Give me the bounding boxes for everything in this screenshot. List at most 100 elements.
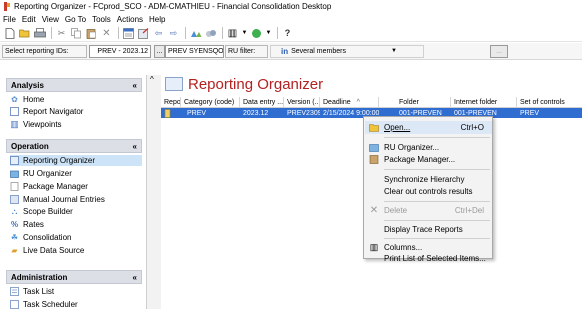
reporting-ids-browse-button[interactable]: ... [154,44,165,58]
nav-item-reporting-organizer[interactable]: Reporting Organizer [10,155,142,166]
grid-header: Repor... Category (code) Data entry ... … [161,97,582,108]
column-header-version[interactable]: Version (... [284,97,320,107]
nav-item-label: Home [23,95,45,104]
context-menu-delete-label: Delete [384,206,408,215]
pane-splitter[interactable]: ^ [147,75,161,309]
nav-item-viewpoints[interactable]: ▥ Viewpoints [10,119,142,130]
collapse-icon[interactable]: « [133,142,137,151]
nav-item-label: Report Navigator [23,107,84,116]
filter-icon[interactable] [250,27,263,40]
refresh-icon[interactable] [189,27,202,40]
menu-go-to[interactable]: Go To [65,15,86,24]
nav-item-task-scheduler[interactable]: Task Scheduler [10,299,142,309]
nav-item-home[interactable]: ✿ Home [10,94,142,105]
menu-file[interactable]: File [3,15,16,24]
open-folder-icon [367,123,381,132]
section-header-administration[interactable]: Administration « [6,270,142,284]
section-header-operation[interactable]: Operation « [6,139,142,153]
rates-icon: % [10,220,19,229]
cut-icon[interactable]: ✂ [55,27,68,40]
collapse-icon[interactable]: « [133,81,137,90]
open-icon[interactable] [18,27,31,40]
column-header-reporting[interactable]: Repor... [161,97,181,107]
prev-syensqo-field[interactable]: PREV SYENSQO... [165,44,224,58]
nav-item-live-data-source[interactable]: ▰ Live Data Source [10,245,142,256]
paste-icon[interactable] [85,27,98,40]
menu-view[interactable]: View [42,15,59,24]
report-navigator-icon [10,107,19,116]
menu-tools[interactable]: Tools [92,15,111,24]
context-menu-open-label: Open... [384,123,411,132]
live-data-icon: ▰ [11,246,18,255]
context-menu-package-manager[interactable]: Package Manager... [365,153,492,166]
chevron-down-icon[interactable]: ▼ [265,27,272,40]
context-menu-clear-controls-label: Clear out controls results [384,187,473,196]
delete-icon: ✕ [369,205,379,216]
toolbar-separator [277,27,278,39]
nav-item-ru-organizer[interactable]: RU Organizer [10,168,142,179]
menu-actions[interactable]: Actions [117,15,143,24]
section-header-analysis[interactable]: Analysis « [6,78,142,92]
nav-item-rates[interactable]: % Rates [10,219,142,230]
nav-item-package-manager[interactable]: Package Manager [10,181,142,192]
nav-item-task-list[interactable]: Task List [10,286,142,297]
selection-bar: Select reporting IDs: PREV - 2023.12 ...… [0,43,582,60]
viewpoints-icon: ▥ [10,119,19,129]
collapse-up-icon[interactable]: ^ [150,75,154,84]
column-header-set-of-controls[interactable]: Set of controls [517,97,582,107]
nav-item-label: Reporting Organizer [23,156,96,165]
section-title: Operation [11,141,49,151]
copy-icon[interactable] [70,27,83,40]
context-menu-print-list[interactable]: Print List of Selected Items... [365,253,492,264]
consolidation-icon: ☘ [10,233,19,242]
menu-help[interactable]: Help [149,15,165,24]
context-menu-clear-controls[interactable]: Clear out controls results [365,185,492,198]
sort-ascending-icon: ^ [356,98,360,106]
collapse-icon[interactable]: « [133,273,137,282]
nav-item-scope-builder[interactable]: ⛬ Scope Builder [10,206,142,217]
back-icon[interactable]: ⇦ [152,27,165,40]
page-title: Reporting Organizer [188,75,324,93]
toolbar: ✂ ✕ ⇦ ⇨ ▥ ▼ ▼ ? [0,25,582,42]
chevron-down-icon[interactable]: ▼ [391,48,397,54]
column-header-folder[interactable]: Folder [379,97,451,107]
refresh-icon[interactable] [204,27,217,40]
help-icon[interactable]: ? [281,27,294,40]
column-header-internet-folder[interactable]: Internet folder [451,97,517,107]
menu-edit[interactable]: Edit [22,15,36,24]
nav-item-report-navigator[interactable]: Report Navigator [10,106,142,117]
context-menu-print-list-label: Print List of Selected Items... [384,254,486,263]
ru-filter-dropdown[interactable]: in Several members ▼ [270,44,424,58]
scope-builder-icon: ⛬ [11,206,18,216]
properties-icon[interactable] [122,27,135,40]
nav-item-manual-journal-entries[interactable]: Manual Journal Entries [10,194,142,205]
column-header-deadline[interactable]: Deadline ^ [320,97,379,107]
toolbar-separator [51,27,52,39]
task-scheduler-icon [10,300,19,309]
columns-icon: ▥ [369,242,379,252]
forward-icon[interactable]: ⇨ [167,27,180,40]
delete-icon[interactable]: ✕ [100,27,113,40]
menu-bar: File Edit View Go To Tools Actions Help [0,13,582,25]
nav-item-label: Package Manager [23,182,88,191]
reporting-ids-field[interactable]: PREV - 2023.12 [89,44,151,58]
print-icon[interactable] [33,27,46,40]
menu-separator [384,169,490,170]
select-reporting-ids-label: Select reporting IDs: [2,44,87,58]
column-header-category[interactable]: Category (code) [181,97,240,107]
nav-item-consolidation[interactable]: ☘ Consolidation [10,232,142,243]
ru-filter-browse-button[interactable]: ... [490,44,508,58]
properties-icon[interactable] [137,27,150,40]
menu-separator [384,238,490,239]
cell-set-of-controls: PREV [520,109,540,117]
context-menu-open[interactable]: Open... Ctrl+O [365,121,492,134]
chevron-down-icon[interactable]: ▼ [241,27,248,40]
columns-icon[interactable]: ▥ [226,27,239,40]
section-title: Administration [11,272,68,282]
context-menu-columns-label: Columns... [384,243,423,252]
context-menu-delete[interactable]: ✕ Delete Ctrl+Del [365,204,492,217]
nav-item-label: Manual Journal Entries [23,195,105,204]
column-header-data-entry[interactable]: Data entry ... [240,97,284,107]
new-icon[interactable] [3,27,16,40]
context-menu-display-trace-reports[interactable]: Display Trace Reports [365,223,492,236]
